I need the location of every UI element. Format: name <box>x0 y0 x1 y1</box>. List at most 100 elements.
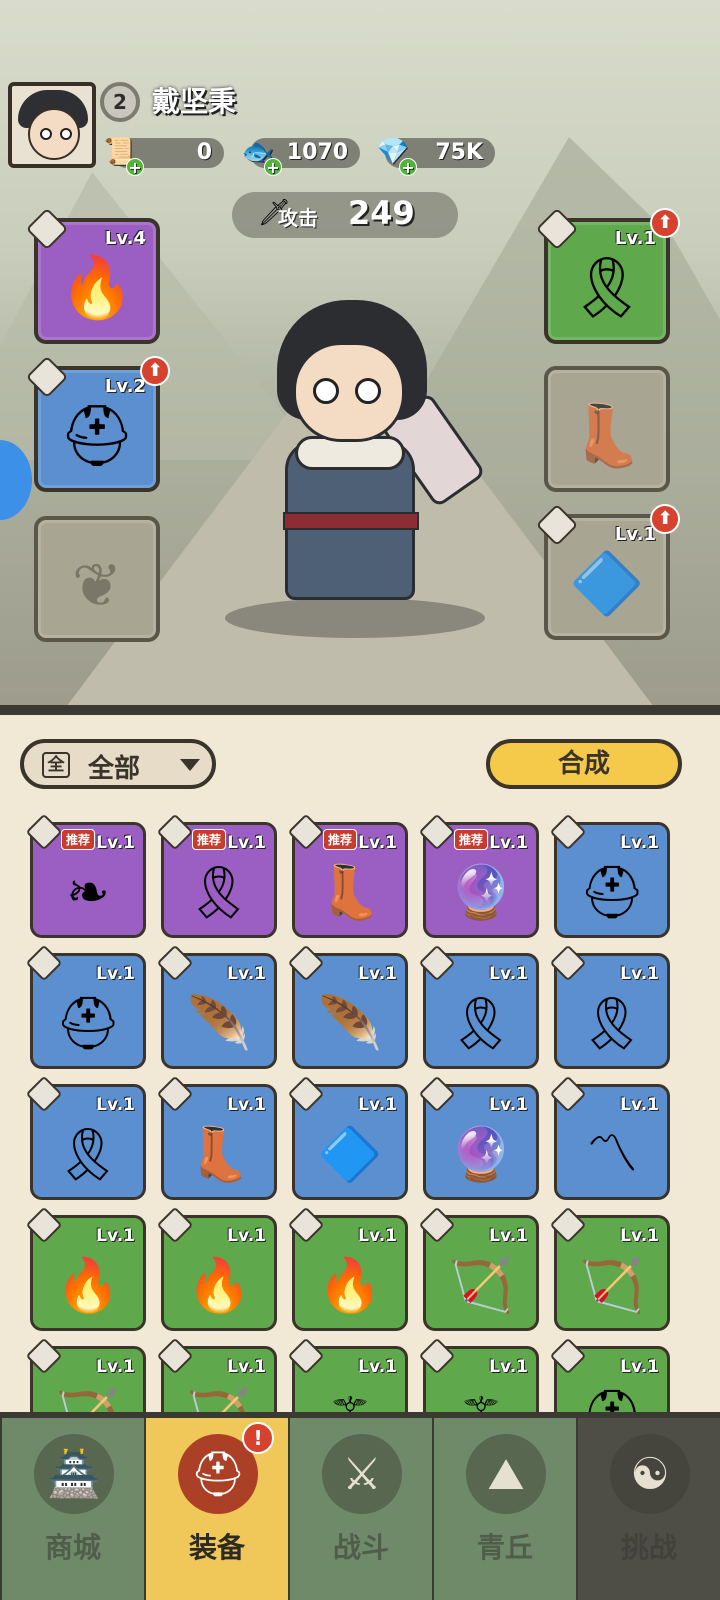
item-level: Lv.1 <box>358 1226 397 1246</box>
jade-fish-icon: 🐟 + <box>236 130 282 177</box>
item-level: Lv.1 <box>96 833 135 853</box>
category-filter-dropdown[interactable]: 全 全部 <box>20 739 216 789</box>
crystal-icon: 💎 + <box>371 130 417 177</box>
equipment-type-icon <box>287 1337 325 1375</box>
belt-icon: 🎗 <box>568 253 646 323</box>
inventory-item[interactable]: Lv.1 🔮 <box>418 1075 539 1200</box>
nav-tab-1[interactable]: ⛑ 装备! <box>144 1418 288 1600</box>
item-level: Lv.1 <box>620 1357 659 1377</box>
equipment-type-icon <box>418 1075 456 1113</box>
character-scene: 2 戴坚秉 📜 + 0 🐟 + 1070 💎 + 75K 🗡 攻击 249 Lv.4 … <box>0 0 720 715</box>
belt-icon: 🎗 <box>447 994 514 1054</box>
nav-tab-label: 战斗 <box>332 1531 389 1564</box>
crossed-swords-icon: ⚔ <box>322 1434 402 1514</box>
item-level: Lv.1 <box>227 1226 266 1246</box>
filter-badge: 全 <box>42 752 70 778</box>
bow-icon: 🏹 <box>579 1256 645 1316</box>
equipment-type-icon <box>25 1075 63 1113</box>
inventory-item[interactable]: Lv.1 🔥 <box>25 1206 146 1331</box>
slot-level: Lv.2 <box>104 376 146 397</box>
equipment-type-icon <box>156 1206 194 1244</box>
item-level: Lv.1 <box>227 1095 266 1115</box>
currency-scroll[interactable]: 📜 + 0 <box>104 137 224 177</box>
recommended-badge: 推荐 <box>454 829 489 850</box>
inventory-item[interactable]: Lv.1 🎗 <box>418 944 539 1069</box>
inventory-item[interactable]: Lv.1 🪶 <box>156 944 277 1069</box>
feather-ornament-icon: 🪶 <box>186 994 252 1054</box>
pendant-icon: 🔷 <box>569 549 645 619</box>
inventory-item[interactable]: 推荐 Lv.1 🔮 <box>418 813 539 938</box>
nav-tab-2[interactable]: ⚔ 战斗 <box>288 1418 432 1600</box>
equip-slot-belt[interactable]: Lv.1 ⬆ 🎗 <box>535 207 680 344</box>
equipment-type-icon <box>287 813 325 851</box>
equip-slot-accessory[interactable]: ❦ <box>34 516 160 642</box>
mountain-icon: ⛰ <box>466 1434 546 1514</box>
item-level: Lv.1 <box>227 833 266 853</box>
currency-value: 1070 <box>286 140 348 165</box>
attack-stat: 🗡 攻击 249 <box>232 192 458 238</box>
item-level: Lv.1 <box>96 964 135 984</box>
equipment-type-icon <box>156 1075 194 1113</box>
equipment-type-icon <box>25 1337 63 1375</box>
upgrade-arrow-icon: ⬆ <box>140 356 170 386</box>
equipment-type-icon <box>418 813 456 851</box>
synthesize-button[interactable]: 合成 <box>486 739 682 789</box>
player-avatar[interactable] <box>8 82 96 168</box>
player-name: 戴坚秉 <box>152 85 237 118</box>
inventory-item[interactable]: Lv.1 🪶 <box>287 944 408 1069</box>
horn-accessory-icon: ❧ <box>66 863 110 923</box>
recommended-badge: 推荐 <box>323 829 358 850</box>
equipment-type-icon <box>287 944 325 982</box>
add-icon[interactable]: + <box>126 158 144 177</box>
nav-tab-0[interactable]: 🏯 商城 <box>0 1418 144 1600</box>
inventory-item[interactable]: Lv.1 🔥 <box>156 1206 277 1331</box>
item-level: Lv.1 <box>489 1357 528 1377</box>
item-level: Lv.1 <box>227 964 266 984</box>
item-level: Lv.1 <box>96 1226 135 1246</box>
filter-label: 全部 <box>88 754 141 784</box>
inventory-item[interactable]: Lv.1 🎗 <box>549 944 670 1069</box>
orb-pendant-icon: 🔮 <box>448 1125 514 1185</box>
nav-tab-3[interactable]: ⛰ 青丘 <box>432 1418 576 1600</box>
orb-pendant-icon: 🔮 <box>448 863 514 923</box>
amulet-slot-icon: ❦ <box>71 551 123 621</box>
nav-tab-4[interactable]: ☯ 挑战 <box>576 1418 720 1600</box>
bottom-nav: 🏯 商城 ⛑ 装备! ⚔ 战斗 ⛰ 青丘 ☯ 挑战 <box>0 1412 720 1600</box>
item-level: Lv.1 <box>489 1095 528 1115</box>
inventory-item[interactable]: Lv.1 🔷 <box>287 1075 408 1200</box>
inventory-item[interactable]: Lv.1 ⛑ <box>25 944 146 1069</box>
equipment-type-icon <box>156 1337 194 1375</box>
inventory-item[interactable]: Lv.1 🎗 <box>25 1075 146 1200</box>
equip-slot-weapon[interactable]: Lv.4 🔥 <box>25 207 160 344</box>
inventory-item[interactable]: Lv.1 👢 <box>156 1075 277 1200</box>
belt-icon: 🎗 <box>185 863 252 923</box>
inventory-item[interactable]: Lv.1 ⛑ <box>549 813 670 938</box>
flame-flail-icon: 🔥 <box>55 1256 121 1316</box>
inventory-item[interactable]: 推荐 Lv.1 ❧ <box>25 813 146 938</box>
item-level: Lv.1 <box>358 964 397 984</box>
hero-character <box>225 290 487 638</box>
equipment-type-icon <box>549 1075 587 1113</box>
slot-level: Lv.1 <box>614 228 656 249</box>
equip-slot-pendant[interactable]: Lv.1 ⬆ 🔷 <box>535 503 680 640</box>
currency-value: 75K <box>435 140 483 165</box>
inventory-item[interactable]: Lv.1 🔥 <box>287 1206 408 1331</box>
inventory-item[interactable]: Lv.1 🏹 <box>549 1206 670 1331</box>
equip-slot-armor[interactable]: Lv.2 ⬆ ⛑ <box>25 355 170 492</box>
equipment-type-icon <box>25 944 63 982</box>
slot-level: Lv.4 <box>104 228 146 249</box>
add-icon[interactable]: + <box>399 158 417 177</box>
currency-crystal[interactable]: 💎 + 75K <box>377 137 495 177</box>
item-level: Lv.1 <box>620 1095 659 1115</box>
item-level: Lv.1 <box>620 1226 659 1246</box>
currency-jade[interactable]: 🐟 + 1070 <box>242 137 360 177</box>
add-icon[interactable]: + <box>264 158 282 177</box>
shop-icon: 🏯 <box>34 1434 114 1514</box>
inventory-item[interactable]: Lv.1 〽 <box>549 1075 670 1200</box>
inventory-item[interactable]: 推荐 Lv.1 👢 <box>287 813 408 938</box>
item-level: Lv.1 <box>358 833 397 853</box>
inventory-item[interactable]: Lv.1 🏹 <box>418 1206 539 1331</box>
inventory-item[interactable]: 推荐 Lv.1 🎗 <box>156 813 277 938</box>
boots-icon: 👢 <box>186 1125 252 1185</box>
equip-slot-boots[interactable]: 👢 <box>544 366 670 492</box>
